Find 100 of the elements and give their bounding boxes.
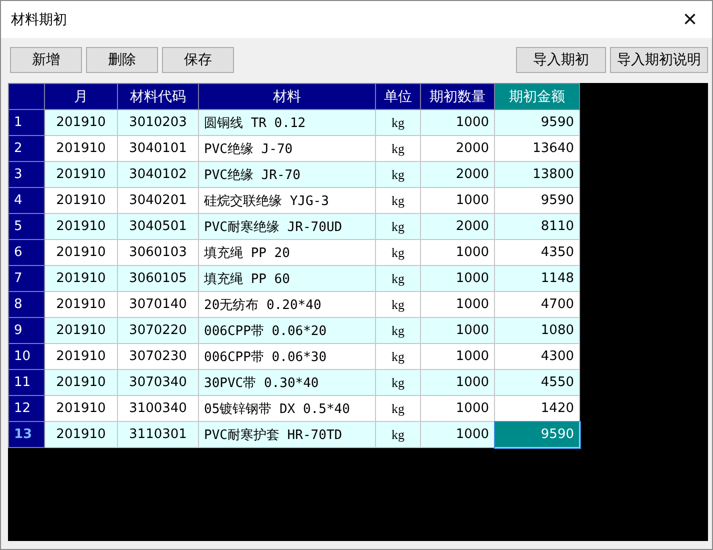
material-cell: 填充绳 PP 60: [198, 266, 376, 292]
code-cell: 3040201: [118, 188, 198, 214]
unit-cell: kg: [376, 266, 420, 292]
code-cell: 3060105: [118, 266, 198, 292]
code-cell: 3040102: [118, 162, 198, 188]
material-cell: PVC耐寒护套 HR-70TD: [198, 422, 376, 448]
month-cell: 201910: [44, 292, 118, 318]
row-header[interactable]: 2: [8, 136, 44, 162]
material-cell: PVC耐寒绝缘 JR-70UD: [198, 214, 376, 240]
corner-cell: [8, 84, 44, 110]
amount-cell: 1148: [494, 266, 580, 292]
row-header[interactable]: 1: [8, 110, 44, 136]
amount-cell: 4700: [494, 292, 580, 318]
toolbar-button[interactable]: 新增: [10, 47, 82, 73]
row-header[interactable]: 12: [8, 396, 44, 422]
material-cell: PVC绝缘 J-70: [198, 136, 376, 162]
quantity-cell: 2000: [420, 214, 494, 240]
quantity-cell: 1000: [420, 266, 494, 292]
column-header[interactable]: 单位: [376, 84, 420, 110]
material-cell: 006CPP带 0.06*30: [198, 344, 376, 370]
quantity-cell: 1000: [420, 240, 494, 266]
column-header[interactable]: 期初数量: [420, 84, 494, 110]
unit-cell: kg: [376, 344, 420, 370]
row-header[interactable]: 11: [8, 370, 44, 396]
month-cell: 201910: [44, 396, 118, 422]
month-cell: 201910: [44, 370, 118, 396]
month-cell: 201910: [44, 344, 118, 370]
toolbar-button[interactable]: 导入期初: [516, 47, 606, 73]
code-cell: 3070230: [118, 344, 198, 370]
material-cell: 30PVC带 0.30*40: [198, 370, 376, 396]
code-cell: 3110301: [118, 422, 198, 448]
row-header[interactable]: 3: [8, 162, 44, 188]
material-cell: 05镀锌钢带 DX 0.5*40: [198, 396, 376, 422]
unit-cell: kg: [376, 318, 420, 344]
unit-cell: kg: [376, 370, 420, 396]
row-header[interactable]: 5: [8, 214, 44, 240]
row-header[interactable]: 6: [8, 240, 44, 266]
material-cell: 006CPP带 0.06*20: [198, 318, 376, 344]
window-title: 材料期初: [11, 10, 67, 28]
material-cell: 硅烷交联绝缘 YJG-3: [198, 188, 376, 214]
material-cell: 20无纺布 0.20*40: [198, 292, 376, 318]
unit-cell: kg: [376, 214, 420, 240]
month-cell: 201910: [44, 188, 118, 214]
column-header[interactable]: 月: [44, 84, 118, 110]
quantity-cell: 2000: [420, 136, 494, 162]
code-cell: 3070140: [118, 292, 198, 318]
quantity-cell: 1000: [420, 110, 494, 136]
unit-cell: kg: [376, 396, 420, 422]
quantity-cell: 1000: [420, 422, 494, 448]
material-cell: 填充绳 PP 20: [198, 240, 376, 266]
amount-cell: 9590: [494, 422, 580, 448]
unit-cell: kg: [376, 188, 420, 214]
row-header[interactable]: 7: [8, 266, 44, 292]
code-cell: 3040501: [118, 214, 198, 240]
amount-cell: 1080: [494, 318, 580, 344]
code-cell: 3040101: [118, 136, 198, 162]
quantity-cell: 1000: [420, 292, 494, 318]
month-cell: 201910: [44, 318, 118, 344]
quantity-cell: 1000: [420, 396, 494, 422]
unit-cell: kg: [376, 422, 420, 448]
row-header[interactable]: 13: [8, 422, 44, 448]
quantity-cell: 2000: [420, 162, 494, 188]
quantity-cell: 1000: [420, 188, 494, 214]
amount-cell: 1420: [494, 396, 580, 422]
month-cell: 201910: [44, 162, 118, 188]
row-header[interactable]: 4: [8, 188, 44, 214]
column-header[interactable]: 材料: [198, 84, 376, 110]
row-header[interactable]: 8: [8, 292, 44, 318]
amount-cell: 4300: [494, 344, 580, 370]
code-cell: 3060103: [118, 240, 198, 266]
toolbar-button[interactable]: 删除: [86, 47, 158, 73]
row-header[interactable]: 10: [8, 344, 44, 370]
toolbar-button[interactable]: 保存: [162, 47, 234, 73]
amount-cell: 13800: [494, 162, 580, 188]
month-cell: 201910: [44, 266, 118, 292]
toolbar-button[interactable]: 导入期初说明: [610, 47, 708, 73]
month-cell: 201910: [44, 422, 118, 448]
month-cell: 201910: [44, 214, 118, 240]
quantity-cell: 1000: [420, 344, 494, 370]
month-cell: 201910: [44, 136, 118, 162]
unit-cell: kg: [376, 110, 420, 136]
unit-cell: kg: [376, 292, 420, 318]
material-cell: 圆铜线 TR 0.12: [198, 110, 376, 136]
amount-cell: 4550: [494, 370, 580, 396]
amount-cell: 13640: [494, 136, 580, 162]
code-cell: 3070220: [118, 318, 198, 344]
quantity-cell: 1000: [420, 318, 494, 344]
code-cell: 3100340: [118, 396, 198, 422]
close-button[interactable]: ×: [668, 1, 712, 38]
month-cell: 201910: [44, 110, 118, 136]
unit-cell: kg: [376, 162, 420, 188]
material-cell: PVC绝缘 JR-70: [198, 162, 376, 188]
quantity-cell: 1000: [420, 370, 494, 396]
column-header[interactable]: 材料代码: [118, 84, 198, 110]
amount-cell: 9590: [494, 188, 580, 214]
month-cell: 201910: [44, 240, 118, 266]
row-header[interactable]: 9: [8, 318, 44, 344]
amount-cell: 8110: [494, 214, 580, 240]
code-cell: 3070340: [118, 370, 198, 396]
column-header[interactable]: 期初金额: [494, 84, 580, 110]
